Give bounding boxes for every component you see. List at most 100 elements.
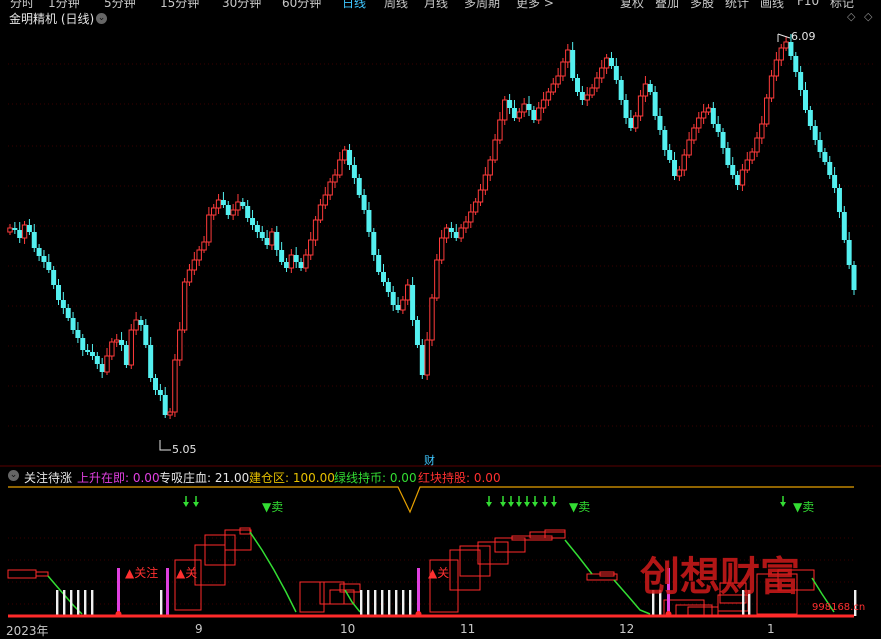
- candle-body-up: [603, 57, 610, 69]
- xaxis-label-10: 10: [340, 622, 356, 636]
- candle-body-down: [827, 162, 833, 175]
- low-marker: [159, 440, 171, 451]
- candle-body-up: [104, 355, 110, 373]
- candle-body-up: [172, 359, 178, 413]
- candle-body-down: [361, 195, 367, 210]
- jiancang-line: [8, 486, 854, 514]
- candle-body-up: [128, 329, 134, 366]
- candle-body-up: [599, 67, 605, 79]
- green-line: [344, 589, 361, 613]
- candle-body-up: [763, 97, 770, 125]
- candle-body-down: [366, 210, 372, 232]
- candle-body-up: [487, 159, 493, 176]
- step-block: [687, 606, 719, 616]
- candle-body-down: [225, 205, 231, 215]
- candle-body-down: [851, 265, 857, 290]
- step-block: [224, 529, 252, 551]
- watermark-url: 998168.cn: [812, 602, 865, 613]
- candle-body-up: [516, 111, 523, 119]
- high-marker: [777, 33, 791, 42]
- candle-body-up: [424, 339, 430, 376]
- candle-body-up: [696, 117, 702, 129]
- candle-body-up: [545, 91, 552, 101]
- xaxis-label-2023: 2023年: [6, 624, 49, 638]
- candle-body-up: [288, 254, 295, 269]
- watch-label: ▲关注: [125, 565, 158, 580]
- indicator-name[interactable]: 关注待涨: [24, 469, 72, 486]
- white-bar: [395, 590, 398, 616]
- candle-body-down: [730, 165, 736, 175]
- candle-body-down: [618, 80, 624, 100]
- candle-body-up: [211, 207, 217, 216]
- candle-body-down: [162, 395, 168, 415]
- candle-body-down: [380, 272, 386, 282]
- buy-arrow-head: [486, 502, 492, 507]
- candle-body-up: [303, 254, 309, 269]
- watch-label: ▲关: [176, 566, 197, 580]
- candle-body-down: [836, 188, 842, 212]
- candle-body-down: [41, 256, 47, 262]
- candle-body-down: [250, 218, 256, 225]
- indicator-legend: ⌄ 关注待涨 上升在即: 0.00 专吸庄血: 21.00 建仓区: 100.0…: [0, 469, 881, 485]
- candle-body-down: [395, 305, 401, 310]
- candle-body-down: [725, 148, 731, 165]
- white-bar: [360, 590, 363, 616]
- candle-body-down: [376, 255, 382, 272]
- white-bar: [160, 590, 163, 616]
- candle-body-down: [715, 124, 721, 132]
- candle-body-down: [240, 202, 246, 206]
- candle-body-up: [405, 284, 411, 301]
- candle-body-up: [332, 174, 338, 183]
- candle-body-up: [536, 107, 542, 121]
- candle-body-down: [56, 285, 62, 300]
- candle-body-down: [575, 78, 581, 92]
- candle-body-down: [65, 308, 71, 318]
- candle-body-down: [259, 232, 265, 238]
- chart-canvas[interactable]: 6.09 5.05 财 ▼卖 ▼卖 ▼卖 ▲关注 ▲关 ▲关 创想财富 998168.c…: [0, 0, 881, 635]
- candle-body-down: [526, 104, 532, 110]
- candle-body-down: [351, 165, 357, 178]
- xaxis-label-9: 9: [195, 622, 203, 636]
- white-bar: [77, 590, 80, 616]
- candle-body-down: [220, 200, 226, 205]
- white-bar: [56, 590, 59, 616]
- candle-body-down: [623, 100, 629, 118]
- candle-body-down: [628, 118, 634, 128]
- candle-body-down: [735, 175, 741, 185]
- candle-body-up: [21, 224, 28, 239]
- candle-body-down: [802, 90, 808, 110]
- candle-body-down: [274, 232, 280, 250]
- watch-label: ▲关: [428, 566, 449, 580]
- candle-body-up: [768, 75, 775, 99]
- low-price-label: 5.05: [172, 443, 197, 456]
- watch-labels: ▲关注 ▲关 ▲关: [125, 565, 449, 580]
- candle-body-down: [245, 206, 251, 218]
- buy-arrow-head: [508, 502, 514, 507]
- candle-body-up: [400, 299, 406, 311]
- candle-body-down: [570, 50, 576, 78]
- sell-marker: ▼卖: [262, 500, 283, 514]
- candle-body-up: [337, 159, 343, 176]
- candle-body-up: [700, 111, 707, 119]
- step-block: [35, 571, 49, 577]
- indicator-settings-icon[interactable]: ⌄: [8, 470, 19, 481]
- candle-body-up: [502, 99, 508, 121]
- step-block: [544, 529, 566, 539]
- candle-body-up: [167, 411, 173, 416]
- candle-body-down: [70, 318, 76, 330]
- candle-body-up: [492, 139, 498, 161]
- buy-arrow-head: [524, 502, 530, 507]
- candle-body-down: [385, 282, 391, 292]
- candle-body-up: [181, 281, 188, 331]
- step-block: [239, 527, 251, 535]
- watermark-text: 创想财富: [640, 553, 800, 600]
- candle-body-up: [201, 241, 207, 251]
- candle-body-down: [279, 250, 285, 262]
- legend-lvxian: 绿线持币: 0.00: [334, 471, 417, 485]
- candle-body-down: [414, 320, 420, 345]
- candle-body-down: [153, 378, 159, 390]
- candle-body-up: [594, 77, 600, 89]
- buy-arrow-head: [193, 502, 199, 507]
- buy-arrow-head: [780, 502, 786, 507]
- candle-body-up: [783, 41, 789, 49]
